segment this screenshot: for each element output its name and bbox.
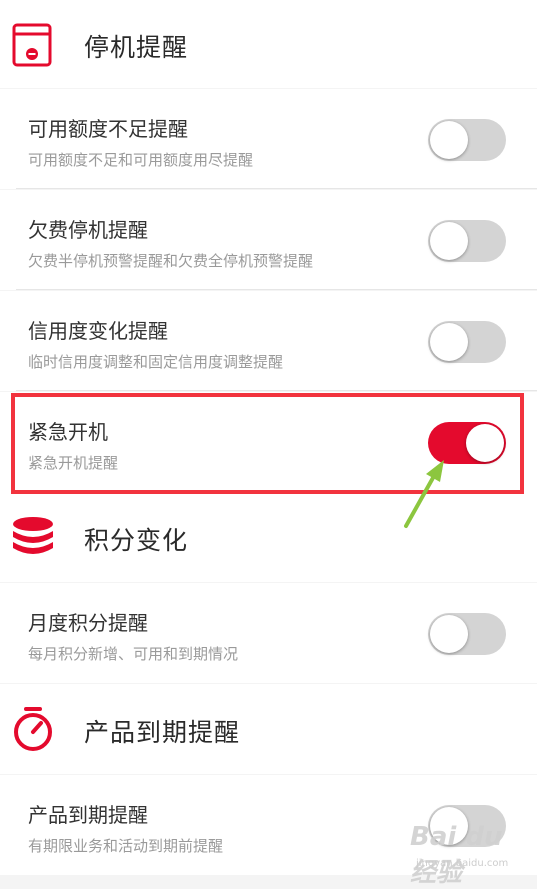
list-item: 欠费停机提醒 欠费半停机预警提醒和欠费全停机预警提醒 (0, 190, 537, 290)
watermark-url: jingyan.baidu.com (416, 858, 509, 869)
item-label: 月度积分提醒 (28, 611, 148, 635)
list-item: 月度积分提醒 每月积分新增、可用和到期情况 (0, 583, 537, 683)
toggle-switch[interactable] (428, 613, 506, 655)
toggle-knob (466, 424, 504, 462)
item-description: 每月积分新增、可用和到期情况 (28, 645, 239, 663)
item-description: 临时信用度调整和固定信用度调整提醒 (28, 353, 284, 371)
toggle-knob (430, 222, 468, 260)
coin-stack-icon (13, 517, 53, 554)
list-item: 紧急开机 紧急开机提醒 (0, 392, 537, 492)
section-header-points: 积分变化 (0, 492, 537, 582)
section-header-shutdown: 停机提醒 (0, 8, 537, 88)
item-label: 紧急开机 (28, 420, 108, 444)
divider (16, 188, 537, 189)
divider (16, 289, 537, 290)
divider (16, 390, 537, 391)
item-description: 紧急开机提醒 (28, 454, 119, 472)
toggle-knob (430, 615, 468, 653)
watermark-brand: Bai du 经验 (410, 822, 503, 888)
watermark: Bai du 经验 jingyan.baidu.com (410, 800, 535, 888)
section-header-expiry: 产品到期提醒 (0, 684, 537, 774)
toggle-switch[interactable] (428, 119, 506, 161)
section-title: 积分变化 (84, 526, 189, 555)
item-label: 产品到期提醒 (28, 803, 148, 827)
document-alert-icon (12, 23, 52, 67)
section-title: 停机提醒 (84, 33, 189, 62)
item-description: 有期限业务和活动到期前提醒 (28, 837, 224, 855)
pointer-arrow-icon (404, 460, 444, 528)
status-bar-edge (0, 0, 537, 8)
list-item: 信用度变化提醒 临时信用度调整和固定信用度调整提醒 (0, 291, 537, 391)
stopwatch-icon (14, 707, 52, 751)
item-label: 欠费停机提醒 (28, 218, 148, 242)
toggle-switch[interactable] (428, 220, 506, 262)
section-title: 产品到期提醒 (84, 718, 241, 747)
item-label: 信用度变化提醒 (28, 319, 168, 343)
toggle-knob (430, 323, 468, 361)
item-description: 可用额度不足和可用额度用尽提醒 (28, 151, 254, 169)
toggle-knob (430, 121, 468, 159)
item-description: 欠费半停机预警提醒和欠费全停机预警提醒 (28, 252, 314, 270)
item-label: 可用额度不足提醒 (28, 117, 188, 141)
list-item: 可用额度不足提醒 可用额度不足和可用额度用尽提醒 (0, 89, 537, 189)
toggle-switch[interactable] (428, 321, 506, 363)
